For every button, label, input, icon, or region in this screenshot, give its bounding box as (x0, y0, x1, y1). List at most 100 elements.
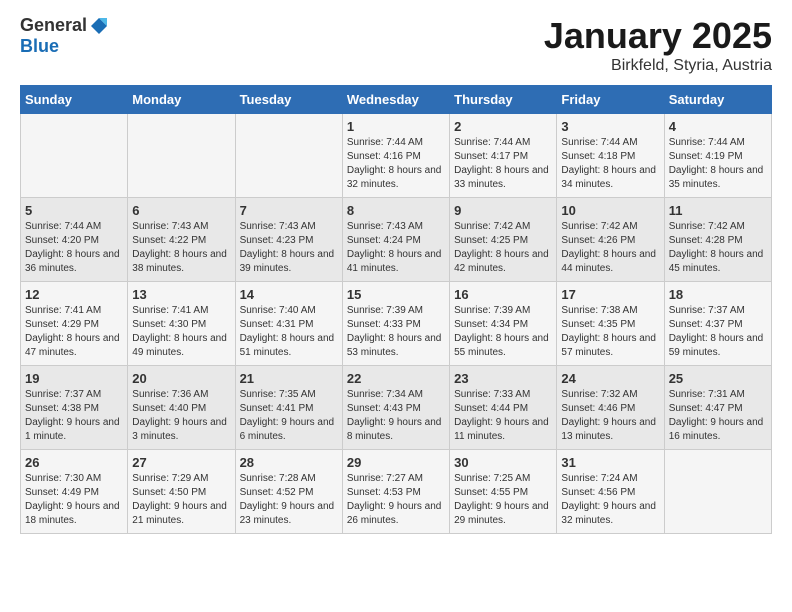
weekday-thursday: Thursday (450, 86, 557, 114)
weekday-tuesday: Tuesday (235, 86, 342, 114)
day-number: 28 (240, 455, 338, 470)
day-number: 6 (132, 203, 230, 218)
day-info: Sunrise: 7:32 AM Sunset: 4:46 PM Dayligh… (561, 388, 659, 444)
day-info: Sunrise: 7:42 AM Sunset: 4:25 PM Dayligh… (454, 220, 552, 276)
calendar-cell: 3 Sunrise: 7:44 AM Sunset: 4:18 PM Daylig… (557, 114, 664, 198)
day-number: 12 (25, 287, 123, 302)
logo-general-text: General (20, 15, 87, 36)
day-info: Sunrise: 7:38 AM Sunset: 4:35 PM Dayligh… (561, 304, 659, 360)
calendar-week-row: 19Sunrise: 7:37 AM Sunset: 4:38 PM Dayli… (21, 366, 772, 450)
day-info: Sunrise: 7:44 AM Sunset: 4:16 PM Dayligh… (347, 136, 445, 192)
day-number: 31 (561, 455, 659, 470)
day-info: Sunrise: 7:27 AM Sunset: 4:53 PM Dayligh… (347, 472, 445, 528)
day-info: Sunrise: 7:43 AM Sunset: 4:22 PM Dayligh… (132, 220, 230, 276)
calendar-cell (128, 114, 235, 198)
day-number: 11 (669, 203, 767, 218)
day-number: 15 (347, 287, 445, 302)
day-number: 13 (132, 287, 230, 302)
weekday-sunday: Sunday (21, 86, 128, 114)
calendar-week-row: 26 Sunrise: 7:30 AM Sunset: 4:49 PM Dayli… (21, 450, 772, 534)
day-number: 24 (561, 371, 659, 386)
day-info: Sunrise: 7:41 AM Sunset: 4:29 PM Dayligh… (25, 304, 123, 360)
calendar-cell: 17 Sunrise: 7:38 AM Sunset: 4:35 PM Dayli… (557, 282, 664, 366)
calendar-cell: 20Sunrise: 7:36 AM Sunset: 4:40 PM Dayli… (128, 366, 235, 450)
day-number: 3 (561, 119, 659, 134)
calendar-cell: 14 Sunrise: 7:40 AM Sunset: 4:31 PM Dayli… (235, 282, 342, 366)
day-number: 14 (240, 287, 338, 302)
day-number: 9 (454, 203, 552, 218)
calendar-cell: 26 Sunrise: 7:30 AM Sunset: 4:49 PM Dayli… (21, 450, 128, 534)
day-info: Sunrise: 7:44 AM Sunset: 4:18 PM Dayligh… (561, 136, 659, 192)
calendar-week-row: 12 Sunrise: 7:41 AM Sunset: 4:29 PM Dayli… (21, 282, 772, 366)
page-header: General Blue January 2025 Birkfeld, Styr… (20, 15, 772, 75)
day-info: Sunrise: 7:42 AM Sunset: 4:26 PM Dayligh… (561, 220, 659, 276)
calendar-cell (21, 114, 128, 198)
day-number: 26 (25, 455, 123, 470)
day-info: Sunrise: 7:24 AM Sunset: 4:56 PM Dayligh… (561, 472, 659, 528)
day-info: Sunrise: 7:33 AM Sunset: 4:44 PM Dayligh… (454, 388, 552, 444)
calendar-cell: 10 Sunrise: 7:42 AM Sunset: 4:26 PM Dayli… (557, 198, 664, 282)
day-number: 25 (669, 371, 767, 386)
weekday-friday: Friday (557, 86, 664, 114)
logo-icon (89, 16, 109, 36)
day-info: Sunrise: 7:40 AM Sunset: 4:31 PM Dayligh… (240, 304, 338, 360)
day-info: Sunrise: 7:39 AM Sunset: 4:33 PM Dayligh… (347, 304, 445, 360)
calendar-week-row: 5 Sunrise: 7:44 AM Sunset: 4:20 PM Daylig… (21, 198, 772, 282)
calendar-cell: 28 Sunrise: 7:28 AM Sunset: 4:52 PM Dayli… (235, 450, 342, 534)
day-info: Sunrise: 7:34 AM Sunset: 4:43 PM Dayligh… (347, 388, 445, 444)
day-info: Sunrise: 7:28 AM Sunset: 4:52 PM Dayligh… (240, 472, 338, 528)
day-info: Sunrise: 7:43 AM Sunset: 4:24 PM Dayligh… (347, 220, 445, 276)
calendar-cell (664, 450, 771, 534)
calendar-cell: 21Sunrise: 7:35 AM Sunset: 4:41 PM Dayli… (235, 366, 342, 450)
day-number: 4 (669, 119, 767, 134)
calendar-cell: 18Sunrise: 7:37 AM Sunset: 4:37 PM Dayli… (664, 282, 771, 366)
day-number: 8 (347, 203, 445, 218)
calendar-cell: 8 Sunrise: 7:43 AM Sunset: 4:24 PM Daylig… (342, 198, 449, 282)
calendar-cell: 19Sunrise: 7:37 AM Sunset: 4:38 PM Dayli… (21, 366, 128, 450)
calendar-cell: 11 Sunrise: 7:42 AM Sunset: 4:28 PM Dayli… (664, 198, 771, 282)
day-number: 17 (561, 287, 659, 302)
day-number: 27 (132, 455, 230, 470)
calendar-cell: 16Sunrise: 7:39 AM Sunset: 4:34 PM Dayli… (450, 282, 557, 366)
day-info: Sunrise: 7:44 AM Sunset: 4:20 PM Dayligh… (25, 220, 123, 276)
calendar-cell: 9 Sunrise: 7:42 AM Sunset: 4:25 PM Daylig… (450, 198, 557, 282)
calendar-cell: 23 Sunrise: 7:33 AM Sunset: 4:44 PM Dayli… (450, 366, 557, 450)
calendar-cell: 4 Sunrise: 7:44 AM Sunset: 4:19 PM Daylig… (664, 114, 771, 198)
calendar-cell: 13Sunrise: 7:41 AM Sunset: 4:30 PM Dayli… (128, 282, 235, 366)
calendar-cell: 25Sunrise: 7:31 AM Sunset: 4:47 PM Dayli… (664, 366, 771, 450)
calendar-table: Sunday Monday Tuesday Wednesday Thursday… (20, 85, 772, 534)
day-info: Sunrise: 7:44 AM Sunset: 4:19 PM Dayligh… (669, 136, 767, 192)
calendar-cell: 29Sunrise: 7:27 AM Sunset: 4:53 PM Dayli… (342, 450, 449, 534)
logo: General Blue (20, 15, 109, 57)
calendar-cell: 15 Sunrise: 7:39 AM Sunset: 4:33 PM Dayli… (342, 282, 449, 366)
calendar-header: Sunday Monday Tuesday Wednesday Thursday… (21, 86, 772, 114)
day-number: 10 (561, 203, 659, 218)
day-info: Sunrise: 7:25 AM Sunset: 4:55 PM Dayligh… (454, 472, 552, 528)
calendar-cell: 2Sunrise: 7:44 AM Sunset: 4:17 PM Daylig… (450, 114, 557, 198)
day-number: 21 (240, 371, 338, 386)
day-info: Sunrise: 7:43 AM Sunset: 4:23 PM Dayligh… (240, 220, 338, 276)
day-info: Sunrise: 7:37 AM Sunset: 4:37 PM Dayligh… (669, 304, 767, 360)
calendar-cell (235, 114, 342, 198)
day-info: Sunrise: 7:44 AM Sunset: 4:17 PM Dayligh… (454, 136, 552, 192)
day-info: Sunrise: 7:30 AM Sunset: 4:49 PM Dayligh… (25, 472, 123, 528)
calendar-cell: 27Sunrise: 7:29 AM Sunset: 4:50 PM Dayli… (128, 450, 235, 534)
day-info: Sunrise: 7:39 AM Sunset: 4:34 PM Dayligh… (454, 304, 552, 360)
day-number: 23 (454, 371, 552, 386)
day-info: Sunrise: 7:42 AM Sunset: 4:28 PM Dayligh… (669, 220, 767, 276)
calendar-cell: 7 Sunrise: 7:43 AM Sunset: 4:23 PM Daylig… (235, 198, 342, 282)
day-number: 5 (25, 203, 123, 218)
day-number: 1 (347, 119, 445, 134)
weekday-monday: Monday (128, 86, 235, 114)
weekday-saturday: Saturday (664, 86, 771, 114)
calendar-week-row: 1 Sunrise: 7:44 AM Sunset: 4:16 PM Daylig… (21, 114, 772, 198)
day-number: 7 (240, 203, 338, 218)
calendar-cell: 6 Sunrise: 7:43 AM Sunset: 4:22 PM Daylig… (128, 198, 235, 282)
logo-blue-text: Blue (20, 36, 59, 56)
calendar-cell: 24 Sunrise: 7:32 AM Sunset: 4:46 PM Dayli… (557, 366, 664, 450)
day-info: Sunrise: 7:37 AM Sunset: 4:38 PM Dayligh… (25, 388, 123, 444)
day-number: 30 (454, 455, 552, 470)
weekday-wednesday: Wednesday (342, 86, 449, 114)
calendar-cell: 22Sunrise: 7:34 AM Sunset: 4:43 PM Dayli… (342, 366, 449, 450)
calendar-cell: 30 Sunrise: 7:25 AM Sunset: 4:55 PM Dayli… (450, 450, 557, 534)
